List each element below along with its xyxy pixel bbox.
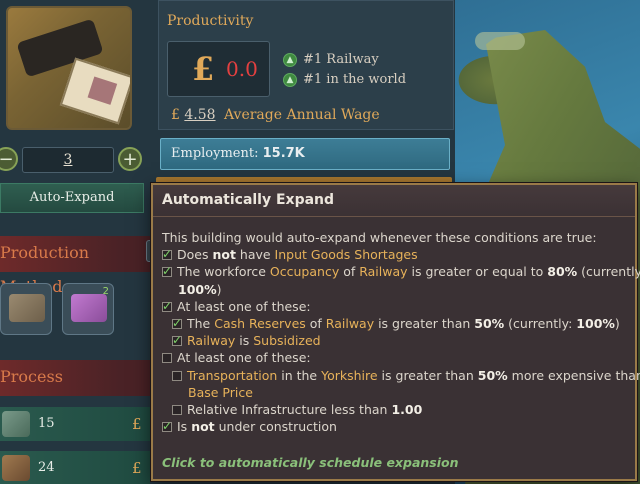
checkbox-checked-icon [162, 298, 172, 315]
checkbox-unchecked-icon [162, 353, 172, 364]
resource-row[interactable]: 15 £ [0, 407, 150, 441]
production-method-chip[interactable] [0, 283, 52, 335]
decrease-level-button[interactable]: − [0, 147, 18, 171]
productivity-title: Productivity [167, 13, 254, 29]
tooltip-title: Automatically Expand [162, 192, 335, 208]
rank-world[interactable]: ▲ #1 in the world [283, 72, 406, 87]
condition-subsidized: Railway is Subsidized [162, 332, 632, 349]
increase-level-button[interactable]: + [118, 147, 142, 171]
ticket-icon [59, 57, 130, 125]
condition-group-1: At least one of these: [162, 298, 632, 315]
wood-icon [2, 455, 30, 481]
process-header: Process [0, 360, 150, 396]
condition-transportation-price: Transportation in the Yorkshire is great… [162, 367, 640, 384]
building-portrait [6, 6, 132, 130]
resource-amount: 15 [38, 416, 55, 431]
checkbox-unchecked-icon [172, 370, 182, 381]
condition-base-price: Base Price [188, 384, 253, 400]
checkbox-unchecked-icon [172, 405, 182, 416]
passenger-carriage-icon [71, 294, 107, 322]
currency-icon: £ [132, 459, 142, 477]
checkbox-checked-icon [172, 332, 182, 349]
employment-label: Employment: [171, 146, 259, 161]
wage-currency: £ [171, 107, 180, 123]
building-level-field[interactable]: 3 [22, 147, 114, 173]
arrow-up-icon: ▲ [283, 52, 297, 67]
steam-engine-icon [9, 294, 45, 322]
condition-occupancy-current: 100%) [178, 281, 222, 297]
condition-occupancy: The workforce Occupancy of Railway is gr… [162, 263, 640, 281]
engine-icon [2, 411, 30, 437]
checkbox-checked-icon [162, 418, 172, 435]
tooltip-header: Automatically Expand [153, 185, 635, 217]
rank-railway-label: #1 Railway [303, 52, 379, 67]
average-wage[interactable]: £ 4.58 Average Annual Wage [171, 107, 380, 123]
condition-group-2: At least one of these: [162, 349, 632, 366]
tooltip-footer-hint: Click to automatically schedule expansio… [162, 455, 459, 470]
currency-icon: £ [132, 415, 142, 433]
productivity-value: 0.0 [226, 57, 258, 81]
wage-label: Average Annual Wage [224, 107, 380, 123]
auto-expand-button[interactable]: Auto-Expand [0, 183, 144, 213]
wage-value: 4.58 [184, 107, 216, 123]
rank-railway[interactable]: ▲ #1 Railway [283, 52, 379, 67]
condition-input-shortages: Does not have Input Goods Shortages [162, 246, 632, 263]
employment-bar[interactable]: Employment: 15.7K [160, 138, 450, 170]
map-coast [475, 32, 525, 50]
chip-count-badge: 2 [102, 286, 109, 297]
rank-world-label: #1 in the world [303, 72, 407, 87]
checkbox-checked-icon [162, 263, 172, 281]
employment-value: 15.7K [262, 146, 305, 161]
checkbox-checked-icon [162, 246, 172, 263]
production-method-chip[interactable]: 2 [62, 283, 114, 335]
auto-expand-tooltip: Automatically Expand This building would… [151, 183, 640, 481]
condition-not-under-construction: Is not under construction [162, 418, 632, 435]
production-methods-header: Production Methods [0, 236, 150, 296]
condition-infrastructure: Relative Infrastructure less than 1.00 [162, 401, 632, 418]
pound-icon: £ [192, 50, 215, 88]
resource-row[interactable]: 24 £ [0, 451, 150, 484]
resource-amount: 24 [38, 460, 55, 475]
productivity-value-box[interactable]: £ 0.0 [167, 41, 270, 97]
productivity-panel: Productivity £ 0.0 ▲ #1 Railway ▲ #1 in … [158, 0, 454, 130]
tooltip-body: This building would auto-expand whenever… [162, 229, 640, 435]
checkbox-checked-icon [172, 315, 182, 332]
tooltip-intro: This building would auto-expand whenever… [162, 230, 597, 245]
condition-cash-reserves: The Cash Reserves of Railway is greater … [162, 315, 632, 332]
arrow-up-icon: ▲ [283, 72, 297, 87]
